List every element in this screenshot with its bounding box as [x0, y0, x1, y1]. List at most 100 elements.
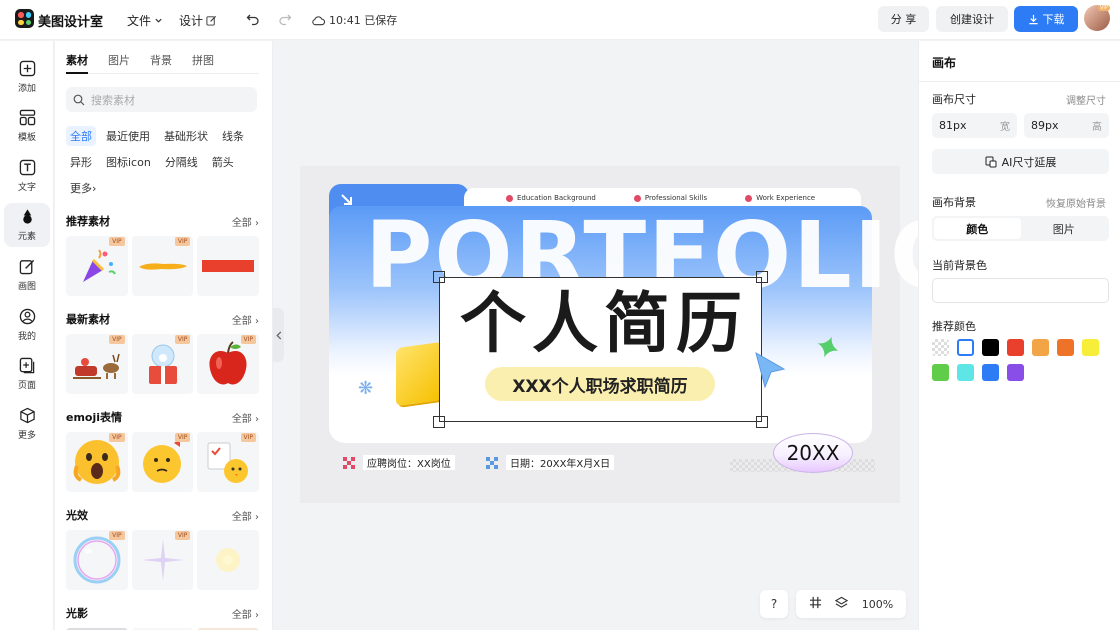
folder-icon[interactable] [396, 341, 442, 407]
search-input[interactable]: 搜索素材 [66, 87, 257, 112]
color-swatch[interactable] [982, 339, 999, 356]
color-swatch[interactable] [932, 364, 949, 381]
color-swatch[interactable] [1057, 339, 1074, 356]
color-swatch[interactable] [982, 364, 999, 381]
section-light-shadow: 光影 全部 › [66, 606, 260, 630]
chip-icons[interactable]: 图标icon [102, 152, 155, 172]
tab-image[interactable]: 图片 [1021, 218, 1108, 239]
all-label: 全部 [231, 315, 252, 327]
material-thumb-sparkle[interactable]: VIP [131, 530, 194, 590]
checklist-chick-icon [207, 442, 249, 483]
collapse-panel-button[interactable] [273, 308, 284, 362]
sidebar-label: 我的 [17, 332, 36, 342]
chip-recent[interactable]: 最近使用 [102, 126, 154, 146]
chip-lines[interactable]: 线条 [218, 126, 248, 146]
help-button[interactable]: ? [760, 590, 788, 618]
material-thumb-gift-globe[interactable]: VIP [131, 334, 194, 394]
color-swatch[interactable] [932, 339, 949, 356]
material-thumb-party-popper[interactable]: VIP [66, 236, 128, 296]
tab-materials[interactable]: 素材 [66, 52, 88, 68]
color-swatch[interactable] [1082, 339, 1099, 356]
position-info[interactable]: 应聘岗位：XX岗位 [343, 455, 455, 470]
date-info[interactable]: 日期：20XX年X月X日 [486, 455, 615, 470]
resume-title[interactable]: 个人简历 [460, 286, 748, 362]
color-swatch[interactable] [957, 339, 974, 356]
resume-subtitle[interactable]: XXX个人职场求职简历 [485, 367, 715, 401]
edit-icon [206, 15, 217, 26]
all-label: 全部 [231, 413, 252, 425]
restore-bg-link[interactable]: 恢复原始背景 [1046, 195, 1106, 210]
pen-icon [19, 259, 34, 275]
strip-item: Professional Skills [633, 194, 707, 202]
section-all-link[interactable]: 全部 › [232, 410, 259, 425]
vip-tag: VIP [240, 433, 257, 442]
material-thumb-sleigh[interactable]: VIP [66, 334, 128, 394]
material-thumb-bubble[interactable]: VIP [66, 530, 128, 590]
file-menu[interactable]: 文件 [127, 12, 163, 29]
resize-handle-bottom-left[interactable] [433, 416, 445, 428]
vip-tag: VIP [174, 237, 191, 246]
sidebar-item-templates[interactable]: 模板 [4, 104, 50, 148]
section-title: emoji表情 [66, 411, 123, 424]
cursor-arrow-icon[interactable] [754, 351, 788, 394]
tab-images[interactable]: 图片 [108, 52, 130, 68]
color-swatch[interactable] [1032, 339, 1049, 356]
section-all-link[interactable]: 全部 › [232, 606, 259, 621]
section-all-link[interactable]: 全部 › [232, 214, 259, 229]
ai-resize-button[interactable]: AI尺寸延展 [932, 149, 1109, 174]
material-thumb-checklist-emoji[interactable]: VIP [197, 432, 260, 492]
text-icon [19, 159, 35, 176]
sidebar-item-mine[interactable]: 我的 [4, 303, 50, 347]
sidebar-item-elements[interactable]: 元素 [4, 203, 50, 247]
color-swatch[interactable] [1007, 339, 1024, 356]
material-thumb-apple[interactable]: VIP [197, 334, 260, 394]
share-button[interactable]: 分 享 [878, 6, 929, 32]
create-design-button[interactable]: 创建设计 [936, 6, 1008, 32]
sidebar-item-draw[interactable]: 画图 [4, 253, 50, 297]
resize-handle-bottom-right[interactable] [756, 416, 768, 428]
tab-color[interactable]: 颜色 [934, 218, 1021, 239]
tab-backgrounds[interactable]: 背景 [150, 52, 172, 68]
vip-tag: VIP [109, 335, 125, 344]
glow-icon [216, 548, 241, 572]
layers-icon[interactable] [835, 596, 849, 612]
green-star-icon[interactable] [815, 334, 841, 367]
resize-handle-top-left[interactable] [433, 271, 445, 283]
chip-irregular[interactable]: 异形 [66, 152, 96, 172]
chip-dividers[interactable]: 分隔线 [161, 152, 202, 172]
material-thumb-yellow-stroke[interactable]: VIP [131, 236, 194, 296]
material-thumb-red-bar[interactable] [197, 236, 260, 296]
chip-more[interactable]: 更多 › [66, 178, 100, 198]
design-menu[interactable]: 设计 [179, 12, 217, 29]
sidebar-item-more[interactable]: 更多 [4, 402, 50, 446]
sidebar-label: 添加 [17, 84, 36, 94]
color-swatch[interactable] [1007, 364, 1024, 381]
adjust-size-link[interactable]: 调整尺寸 [1066, 92, 1106, 107]
sidebar-item-add[interactable]: 添加 [4, 55, 50, 99]
width-field[interactable]: 81px 宽 [932, 113, 1017, 138]
ai-resize-icon [985, 156, 997, 167]
date-text: 日期：20XX年X月X日 [506, 455, 615, 470]
chip-all[interactable]: 全部 [66, 126, 96, 146]
color-swatch[interactable] [957, 364, 974, 381]
chip-arrows[interactable]: 箭头 [208, 152, 238, 172]
sidebar-item-text[interactable]: 文字 [4, 154, 50, 198]
height-field[interactable]: 89px 高 [1024, 113, 1109, 138]
material-thumb-glow[interactable] [197, 530, 260, 590]
zoom-level[interactable]: 100% [862, 598, 893, 611]
section-all-link[interactable]: 全部 › [232, 312, 259, 327]
grid-icon[interactable] [809, 596, 822, 612]
redo-icon[interactable] [277, 11, 293, 27]
undo-icon[interactable] [245, 11, 261, 27]
material-thumb-thinking-emoji[interactable]: VIP [131, 432, 194, 492]
chip-basic-shapes[interactable]: 基础形状 [160, 126, 212, 146]
resize-handle-top-right[interactable] [756, 271, 768, 283]
tab-collage[interactable]: 拼图 [192, 52, 214, 68]
sidebar-item-pages[interactable]: 页面 [4, 352, 50, 396]
download-button[interactable]: 下载 [1014, 6, 1078, 32]
year-badge[interactable]: 20XX [773, 433, 853, 473]
current-bg-color[interactable] [932, 278, 1109, 303]
section-recommended: 推荐素材 全部 › VIP VIP [66, 214, 260, 296]
material-thumb-shocked-emoji[interactable]: VIP [66, 432, 128, 492]
section-all-link[interactable]: 全部 › [232, 508, 259, 523]
